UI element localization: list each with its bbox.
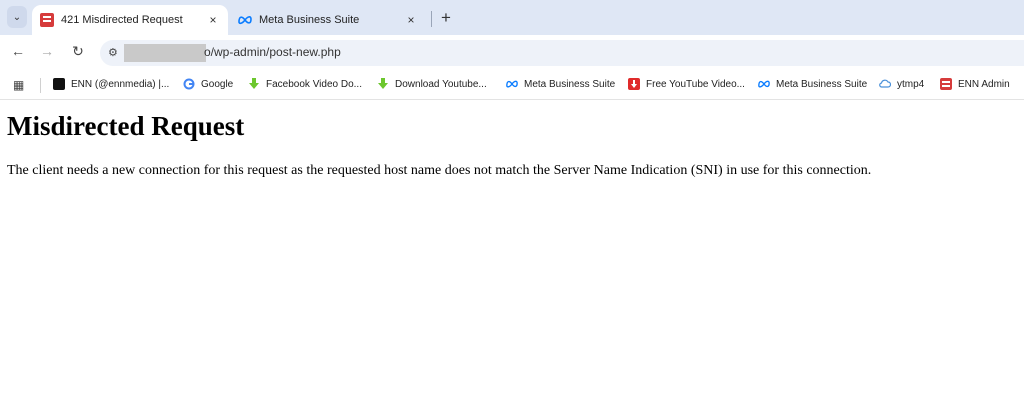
google-icon	[183, 78, 195, 90]
bookmark-enn-admin[interactable]: ENN Admin	[940, 78, 1010, 90]
bookmark-label: Meta Business Suite	[524, 78, 616, 90]
chevron-down-icon: ⌄	[12, 11, 22, 23]
tab-divider	[431, 11, 432, 27]
bookmark-label: Facebook Video Do...	[266, 78, 362, 90]
bookmark-label: Download Youtube...	[395, 78, 487, 90]
bookmark-label: ENN (@ennmedia) |...	[71, 78, 170, 90]
bookmark-meta-business-suite[interactable]: Meta Business Suite	[506, 78, 615, 90]
close-tab-icon[interactable]: ×	[206, 13, 220, 27]
error-favicon-icon	[40, 13, 54, 27]
tab-misdirected-request[interactable]: 421 Misdirected Request ×	[32, 5, 228, 35]
apps-grid-icon[interactable]: ▦	[13, 78, 24, 92]
tab-title: Meta Business Suite	[259, 14, 360, 26]
bookmark-free-youtube-video[interactable]: Free YouTube Video...	[628, 78, 745, 90]
bookmark-facebook-video-download[interactable]: Facebook Video Do...	[248, 78, 362, 90]
meta-logo-icon	[506, 80, 518, 88]
bookmark-label: ENN Admin	[958, 78, 1010, 90]
download-arrow-icon	[378, 78, 388, 89]
reload-button[interactable]: ↻	[68, 43, 88, 60]
tab-search-button[interactable]: ⌄	[7, 6, 27, 28]
tab-meta-business-suite[interactable]: Meta Business Suite ×	[230, 5, 426, 35]
forward-button[interactable]: →	[37, 43, 57, 59]
error-message: The client needs a new connection for th…	[7, 163, 872, 178]
bookmark-download-youtube[interactable]: Download Youtube...	[377, 78, 487, 90]
tiktok-icon	[53, 78, 65, 90]
bookmarks-divider	[40, 78, 41, 93]
tab-strip: ⌄ 421 Misdirected Request × Meta Busines…	[0, 0, 1024, 35]
bookmark-google[interactable]: Google	[183, 78, 233, 90]
url-text[interactable]: o/wp-admin/post-new.php	[204, 45, 341, 59]
bookmarks-bar: ▦ ENN (@ennmedia) |... Google Facebook V…	[0, 72, 1024, 100]
bookmark-meta-business-suite-2[interactable]: Meta Business Suite	[758, 78, 867, 90]
bookmark-enn-tiktok[interactable]: ENN (@ennmedia) |...	[53, 78, 169, 90]
bookmark-label: ytmp4	[897, 78, 925, 90]
address-bar[interactable]: ⚙ o/wp-admin/post-new.php	[100, 40, 1024, 66]
red-download-icon	[628, 78, 640, 90]
toolbar: ← → ↻ ⚙ o/wp-admin/post-new.php	[0, 35, 1024, 72]
page-heading: Misdirected Request	[7, 111, 245, 141]
bookmark-label: Google	[201, 78, 234, 90]
cloud-download-icon	[879, 79, 891, 88]
bookmark-ytmp4[interactable]: ytmp4	[879, 78, 924, 90]
new-tab-button[interactable]: +	[437, 8, 455, 28]
tab-title: 421 Misdirected Request	[61, 14, 183, 26]
close-tab-icon[interactable]: ×	[404, 13, 418, 27]
enn-favicon-icon	[940, 78, 952, 90]
meta-logo-icon	[238, 16, 252, 25]
back-button[interactable]: ←	[8, 43, 28, 59]
meta-logo-icon	[758, 80, 770, 88]
site-info-icon[interactable]: ⚙	[108, 46, 118, 59]
download-arrow-icon	[249, 78, 259, 89]
bookmark-label: Free YouTube Video...	[646, 78, 745, 90]
bookmark-label: Meta Business Suite	[776, 78, 868, 90]
redacted-domain	[124, 44, 206, 62]
